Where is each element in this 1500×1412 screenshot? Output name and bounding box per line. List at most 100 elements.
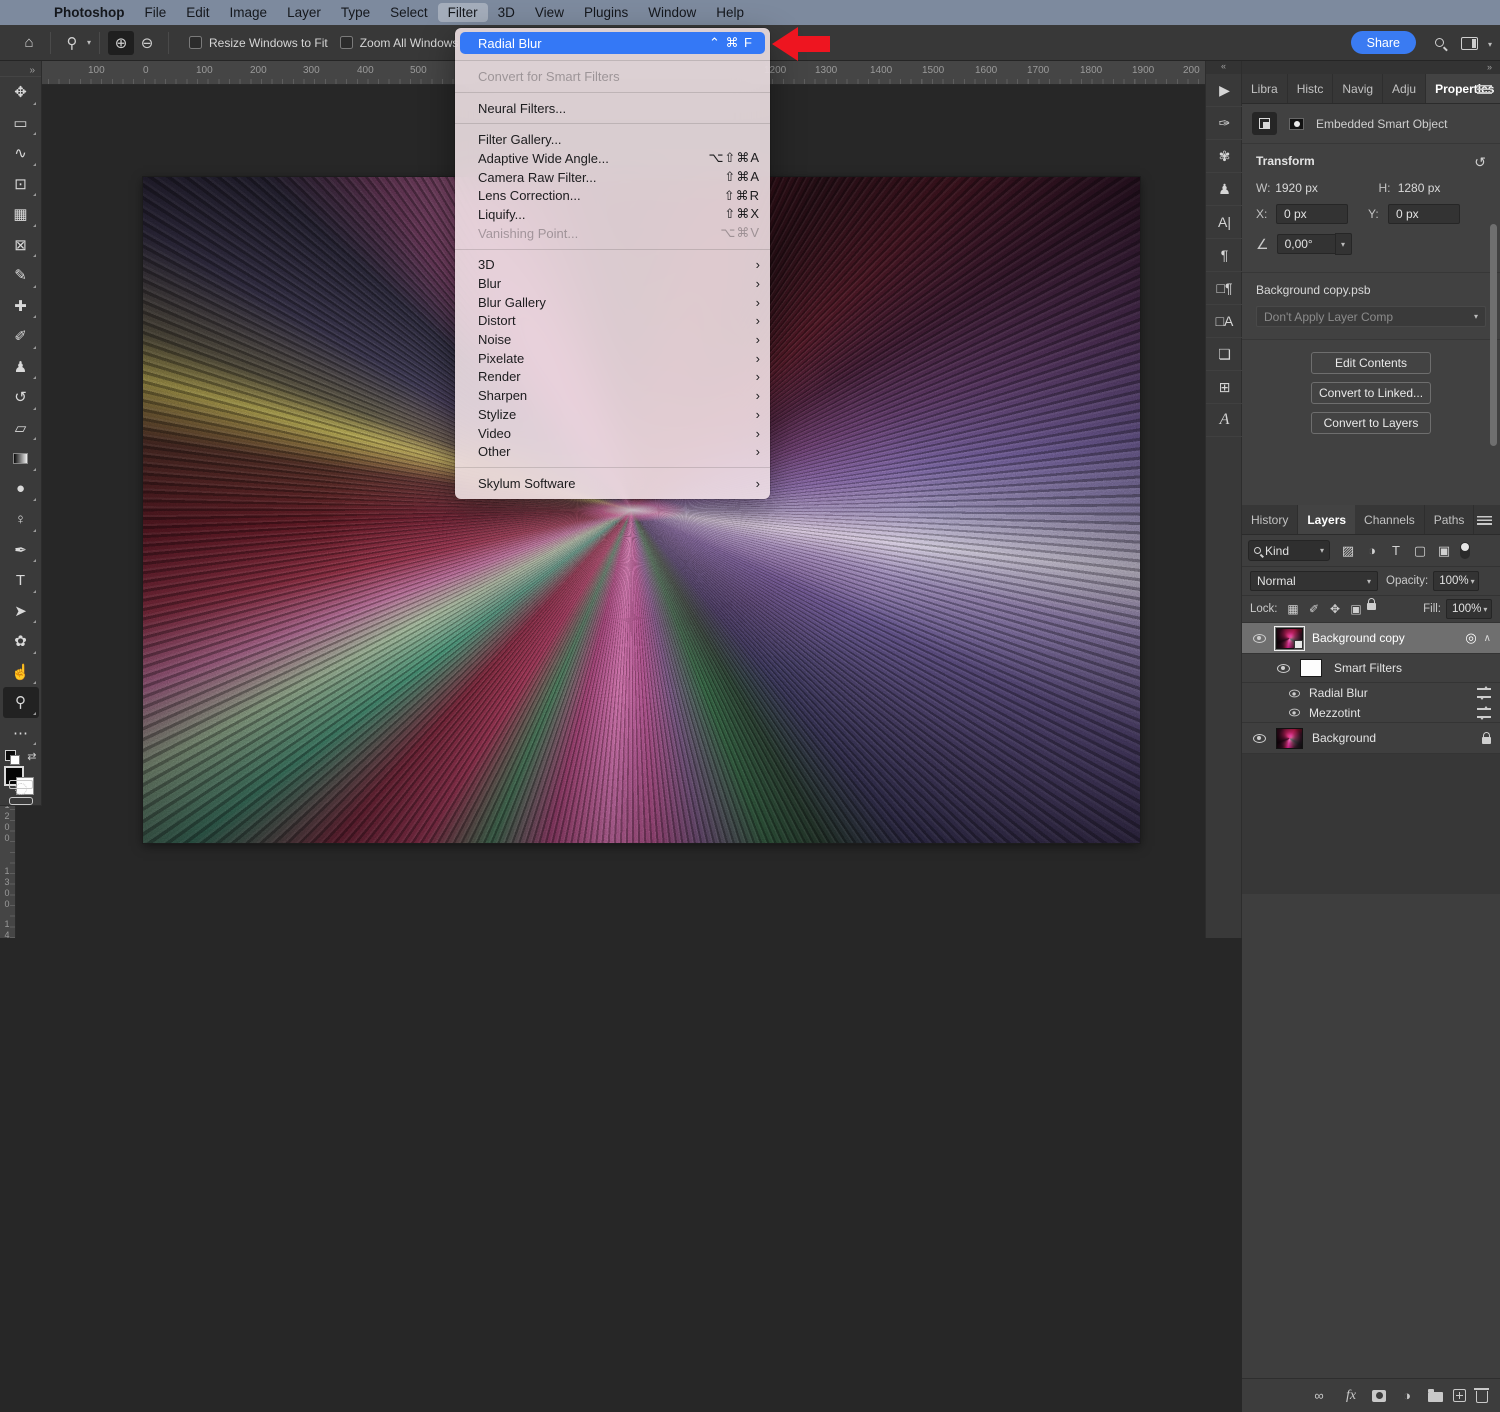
filter-menu-item[interactable]: › — [455, 467, 770, 468]
menu-item-skylum-software[interactable]: Skylum Software › — [455, 474, 770, 493]
angle-dropdown-chevron[interactable]: ▾ — [1335, 233, 1352, 255]
menu-item-3d[interactable]: 3D › — [455, 256, 770, 275]
move-tool[interactable]: ✥ — [3, 77, 39, 108]
menubar-item[interactable]: Photoshop — [44, 3, 135, 22]
menu-item-stylize[interactable]: Stylize › — [455, 405, 770, 424]
character-styles-panel-icon[interactable]: □A — [1206, 305, 1243, 338]
brush-tool[interactable]: ✐ — [3, 321, 39, 352]
paragraph-panel-icon[interactable]: ¶ — [1206, 239, 1243, 272]
layer-thumbnail[interactable] — [1276, 628, 1303, 649]
smart-filter-radial-blur-row[interactable]: Radial Blur — [1242, 683, 1500, 703]
eraser-tool[interactable]: ▱ — [3, 413, 39, 444]
filter-pixel-layers-icon[interactable]: ▨ — [1336, 540, 1360, 562]
lock-all-icon[interactable] — [1367, 603, 1376, 610]
pen-tool[interactable]: ✒ — [3, 535, 39, 566]
delete-layer-icon[interactable] — [1476, 1391, 1488, 1403]
edit-toolbar-button[interactable]: ⋯ — [3, 718, 39, 749]
tab-layers[interactable]: Layers — [1298, 505, 1355, 534]
menu-item-convert-smart-filters[interactable]: Convert for Smart Filters › — [455, 67, 770, 86]
brush-settings-panel-icon[interactable]: ✑ — [1206, 107, 1243, 140]
default-colors-icon[interactable] — [5, 750, 16, 761]
chevron-down-icon[interactable]: ▾ — [1488, 40, 1492, 49]
visibility-eye-icon[interactable] — [1253, 734, 1266, 743]
menu-item-noise[interactable]: Noise › — [455, 330, 770, 349]
visibility-eye-icon[interactable] — [1289, 709, 1300, 717]
chevron-down-icon[interactable]: ▾ — [87, 38, 91, 47]
menubar-item[interactable]: Select — [380, 3, 438, 22]
menubar-item[interactable]: Window — [638, 3, 706, 22]
menu-item-sharpen[interactable]: Sharpen › — [455, 386, 770, 405]
new-layer-icon[interactable] — [1453, 1389, 1466, 1402]
filter-menu-item[interactable]: › — [455, 123, 770, 124]
resize-windows-checkbox[interactable]: Resize Windows to Fit — [189, 36, 328, 50]
tab-adjustments[interactable]: Adju — [1383, 74, 1426, 103]
frame-tool[interactable]: ⊠ — [3, 230, 39, 261]
actions-panel-icon[interactable]: ▶ — [1206, 74, 1243, 107]
filter-name[interactable]: Mezzotint — [1309, 706, 1360, 720]
menubar-item[interactable]: 3D — [488, 3, 525, 22]
visibility-eye-icon[interactable] — [1277, 664, 1290, 673]
filter-type-layers-icon[interactable]: T — [1384, 540, 1408, 562]
home-screen-button[interactable]: ⌂ — [16, 31, 42, 55]
filter-menu-item[interactable]: › — [455, 60, 770, 61]
crop-tool[interactable]: ▦ — [3, 199, 39, 230]
layer-style-icon[interactable]: fx — [1340, 1385, 1362, 1407]
tab-navigator[interactable]: Navig — [1333, 74, 1383, 103]
filter-smart-objects-icon[interactable]: ▣ — [1432, 540, 1456, 562]
layer-row-background-copy[interactable]: Background copy ◎ ∧ — [1242, 623, 1500, 654]
swap-colors-icon[interactable]: ⇄ — [27, 750, 36, 763]
history-brush-tool[interactable]: ↺ — [3, 382, 39, 413]
eyedropper-tool[interactable]: ✎ — [3, 260, 39, 291]
checkbox[interactable] — [189, 36, 202, 49]
lasso-tool[interactable]: ∿ — [3, 138, 39, 169]
zoom-tool[interactable]: ⚲ — [3, 687, 39, 718]
lock-transparency-icon[interactable]: ▦ — [1283, 599, 1304, 619]
menu-item-vanishing-point[interactable]: Vanishing Point... ⌥⌘V › — [455, 224, 770, 243]
blur-tool[interactable]: ● — [3, 474, 39, 505]
menubar-item[interactable]: Filter — [438, 3, 488, 22]
tab-history[interactable]: History — [1242, 505, 1298, 534]
properties-dock-collapse-button[interactable]: » — [1242, 61, 1500, 74]
properties-scrollbar[interactable] — [1490, 224, 1497, 446]
menu-item-adaptive-wide-angle[interactable]: Adaptive Wide Angle... ⌥⇧⌘A › — [455, 149, 770, 168]
3d-panel-icon[interactable]: ❏ — [1206, 338, 1243, 371]
filter-blending-options-icon[interactable] — [1477, 688, 1491, 698]
zoom-out-button[interactable]: ⊖ — [134, 31, 160, 55]
checkbox[interactable] — [340, 36, 353, 49]
character-panel-icon[interactable]: A| — [1206, 206, 1243, 239]
zoom-all-windows-checkbox[interactable]: Zoom All Windows — [340, 36, 459, 50]
share-button[interactable]: Share — [1351, 31, 1416, 54]
object-selection-tool[interactable]: ⊡ — [3, 169, 39, 200]
path-selection-tool[interactable]: ➤ — [3, 596, 39, 627]
opacity-field[interactable]: 100% ▾ — [1433, 571, 1479, 591]
menu-item-neural-filters[interactable]: Neural Filters... › — [455, 99, 770, 118]
menubar-item[interactable]: Edit — [176, 3, 219, 22]
screen-mode-button[interactable] — [9, 797, 33, 805]
filter-adjustment-layers-icon[interactable]: ◑ — [1360, 540, 1384, 562]
dodge-tool[interactable]: ♀ — [3, 504, 39, 535]
filter-menu-item[interactable]: › — [455, 92, 770, 93]
menu-item-pixelate[interactable]: Pixelate › — [455, 349, 770, 368]
menu-item-blur[interactable]: Blur › — [455, 274, 770, 293]
layer-thumbnail[interactable] — [1276, 728, 1303, 749]
blend-mode-select[interactable]: Normal ▾ — [1250, 571, 1378, 591]
menubar-item[interactable]: Help — [706, 3, 754, 22]
adjustment-layer-icon[interactable]: ◑ — [1396, 1385, 1418, 1407]
smart-object-icon-button[interactable] — [1252, 112, 1277, 135]
clone-stamp-tool[interactable]: ♟ — [3, 352, 39, 383]
visibility-eye-icon[interactable] — [1289, 689, 1300, 697]
workspace-switcher-icon[interactable] — [1461, 37, 1478, 50]
clone-source-panel-icon[interactable]: ♟ — [1206, 173, 1243, 206]
menu-item-render[interactable]: Render › — [455, 368, 770, 387]
add-mask-icon[interactable] — [1372, 1390, 1386, 1402]
marquee-tool[interactable]: ▭ — [3, 108, 39, 139]
lock-artboard-icon[interactable]: ▣ — [1346, 599, 1367, 619]
search-icon[interactable] — [1435, 38, 1444, 47]
menubar-item[interactable]: Type — [331, 3, 380, 22]
menu-item-video[interactable]: Video › — [455, 424, 770, 443]
menu-item-blur-gallery[interactable]: Blur Gallery › — [455, 293, 770, 312]
convert-to-linked-button[interactable]: Convert to Linked... — [1311, 382, 1431, 404]
visibility-eye-icon[interactable] — [1253, 634, 1266, 643]
menu-item-liquify[interactable]: Liquify... ⇧⌘X › — [455, 205, 770, 224]
filter-blending-options-icon[interactable] — [1477, 708, 1491, 718]
